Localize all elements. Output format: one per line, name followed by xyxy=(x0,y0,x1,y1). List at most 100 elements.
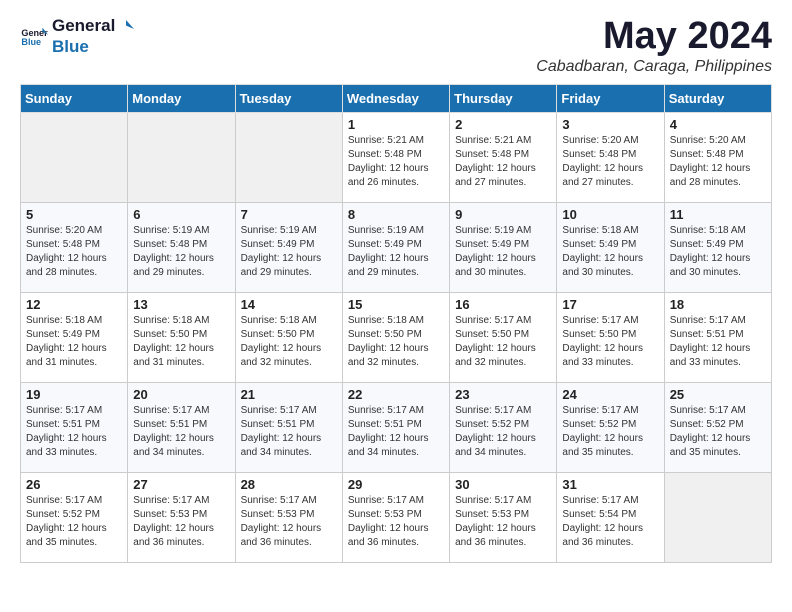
calendar-cell: 28 Sunrise: 5:17 AM Sunset: 5:53 PM Dayligh… xyxy=(235,472,342,562)
cell-content-line: Sunset: 5:51 PM xyxy=(241,419,315,430)
weekday-header-sunday: Sunday xyxy=(21,84,128,112)
cell-content-line: and 29 minutes. xyxy=(133,267,204,278)
calendar-table: SundayMondayTuesdayWednesdayThursdayFrid… xyxy=(20,84,772,563)
cell-content-line: Daylight: 12 hours xyxy=(562,523,643,534)
cell-content: Sunrise: 5:21 AMSunset: 5:48 PMDaylight:… xyxy=(348,134,444,190)
calendar-cell xyxy=(235,112,342,202)
calendar-cell: 1Sunrise: 5:21 AMSunset: 5:48 PMDaylight… xyxy=(342,112,449,202)
day-number: 12 xyxy=(26,297,122,312)
cell-content: Sunrise: 5:20 AMSunset: 5:48 PMDaylight:… xyxy=(562,134,658,190)
day-number: 19 xyxy=(26,387,122,402)
day-number: 21 xyxy=(241,387,337,402)
cell-content-line: Daylight: 12 hours xyxy=(455,253,536,264)
cell-content-line: Sunset: 5:48 PM xyxy=(348,149,422,160)
logo-blue-text: Blue xyxy=(52,37,89,56)
cell-content: Sunrise: 5:17 AMSunset: 5:52 PMDaylight:… xyxy=(670,404,766,460)
day-number: 27 xyxy=(133,477,229,492)
calendar-cell: 8Sunrise: 5:19 AMSunset: 5:49 PMDaylight… xyxy=(342,202,449,292)
day-number: 8 xyxy=(348,207,444,222)
cell-content-line: Sunset: 5:49 PM xyxy=(241,239,315,250)
cell-content-line: and 34 minutes. xyxy=(133,447,204,458)
cell-content-line: Sunrise: 5:18 AM xyxy=(670,225,746,236)
cell-content-line: Sunset: 5:53 PM xyxy=(455,509,529,520)
cell-content-line: Sunrise: 5:18 AM xyxy=(348,315,424,326)
cell-content-line: Daylight: 12 hours xyxy=(133,523,214,534)
day-number: 31 xyxy=(562,477,658,492)
cell-content-line: Daylight: 12 hours xyxy=(26,253,107,264)
day-number: 29 xyxy=(348,477,444,492)
cell-content-line: Sunset: 5:51 PM xyxy=(348,419,422,430)
calendar-week-row: 26Sunrise: 5:17 AMSunset: 5:52 PMDayligh… xyxy=(21,472,772,562)
cell-content-line: Sunset: 5:53 PM xyxy=(348,509,422,520)
cell-content-line: Sunrise: 5:17 AM xyxy=(562,315,638,326)
cell-content-line: Sunset: 5:52 PM xyxy=(562,419,636,430)
cell-content: Sunrise: 5:17 AMSunset: 5:52 PMDaylight:… xyxy=(26,494,122,550)
calendar-cell: 30Sunrise: 5:17 AMSunset: 5:53 PMDayligh… xyxy=(450,472,557,562)
cell-content: Sunrise: 5:17 AMSunset: 5:50 PMDaylight:… xyxy=(455,314,551,370)
calendar-cell xyxy=(664,472,771,562)
cell-content: Sunrise: 5:17 AMSunset: 5:51 PMDaylight:… xyxy=(670,314,766,370)
cell-content-line: Daylight: 12 hours xyxy=(670,253,751,264)
cell-content-line: and 34 minutes. xyxy=(241,447,312,458)
cell-content-line: and 36 minutes. xyxy=(348,537,419,548)
cell-content-line: Sunset: 5:49 PM xyxy=(26,329,100,340)
cell-content-line: Daylight: 12 hours xyxy=(133,343,214,354)
cell-content: Sunrise: 5:17 AMSunset: 5:52 PMDaylight:… xyxy=(455,404,551,460)
calendar-week-row: 12 Sunrise: 5:18 AM Sunset: 5:49 PM Dayligh… xyxy=(21,292,772,382)
cell-content-line: Sunset: 5:48 PM xyxy=(455,149,529,160)
day-number: 28 xyxy=(241,477,337,492)
cell-content-line: and 33 minutes. xyxy=(26,447,97,458)
cell-content-line: Daylight: 12 hours xyxy=(455,433,536,444)
cell-content-line: Daylight: 12 hours xyxy=(670,343,751,354)
calendar-cell: 12Sunrise: 5:18 AMSunset: 5:49 PMDayligh… xyxy=(21,292,128,382)
cell-content: Sunrise: 5:20 AMSunset: 5:48 PMDaylight:… xyxy=(26,224,122,280)
cell-content: Sunrise: 5:18 AMSunset: 5:50 PMDaylight:… xyxy=(348,314,444,370)
cell-content: Sunrise: 5:18 AMSunset: 5:49 PMDaylight:… xyxy=(562,224,658,280)
logo-general-text: General xyxy=(52,16,115,35)
cell-content-line: Sunset: 5:51 PM xyxy=(133,419,207,430)
cell-content-line: Sunrise: 5:21 AM xyxy=(348,135,424,146)
cell-content-line: Daylight: 12 hours xyxy=(455,523,536,534)
month-title: May 2024 xyxy=(536,16,772,58)
calendar-week-row: 5Sunrise: 5:20 AMSunset: 5:48 PMDaylight… xyxy=(21,202,772,292)
cell-content-line: and 35 minutes. xyxy=(562,447,633,458)
calendar-cell: 22Sunrise: 5:17 AMSunset: 5:51 PMDayligh… xyxy=(342,382,449,472)
weekday-header-wednesday: Wednesday xyxy=(342,84,449,112)
cell-content-line: Sunset: 5:53 PM xyxy=(241,509,315,520)
cell-content-line: Sunrise: 5:19 AM xyxy=(241,225,317,236)
cell-content-line: Daylight: 12 hours xyxy=(241,523,322,534)
calendar-cell: 25Sunrise: 5:17 AMSunset: 5:52 PMDayligh… xyxy=(664,382,771,472)
cell-content-line: Sunset: 5:49 PM xyxy=(562,239,636,250)
cell-content-line: Sunrise: 5:17 AM xyxy=(241,495,317,506)
cell-content-line: Daylight: 12 hours xyxy=(26,523,107,534)
cell-content-line: Sunrise: 5:17 AM xyxy=(133,405,209,416)
cell-content-line: Sunset: 5:48 PM xyxy=(26,239,100,250)
calendar-week-row: 1Sunrise: 5:21 AMSunset: 5:48 PMDaylight… xyxy=(21,112,772,202)
cell-content-line: Daylight: 12 hours xyxy=(562,163,643,174)
calendar-cell: 17Sunrise: 5:17 AMSunset: 5:50 PMDayligh… xyxy=(557,292,664,382)
cell-content-line: and 35 minutes. xyxy=(26,537,97,548)
title-area: May 2024 Cabadbaran, Caraga, Philippines xyxy=(536,16,772,76)
cell-content-line: and 30 minutes. xyxy=(562,267,633,278)
cell-content-line: and 31 minutes. xyxy=(133,357,204,368)
cell-content-line: and 34 minutes. xyxy=(455,447,526,458)
cell-content-line: Daylight: 12 hours xyxy=(241,343,322,354)
cell-content: Sunrise: 5:17 AMSunset: 5:53 PMDaylight:… xyxy=(455,494,551,550)
cell-content-line: Sunrise: 5:20 AM xyxy=(670,135,746,146)
calendar-cell: 19Sunrise: 5:17 AMSunset: 5:51 PMDayligh… xyxy=(21,382,128,472)
cell-content-line: and 36 minutes. xyxy=(455,537,526,548)
day-number: 7 xyxy=(241,207,337,222)
calendar-cell: 13Sunrise: 5:18 AMSunset: 5:50 PMDayligh… xyxy=(128,292,235,382)
calendar-cell: 10Sunrise: 5:18 AMSunset: 5:49 PMDayligh… xyxy=(557,202,664,292)
cell-content-line: Sunset: 5:54 PM xyxy=(562,509,636,520)
cell-content-line: Daylight: 12 hours xyxy=(348,253,429,264)
cell-content-line: Sunset: 5:48 PM xyxy=(670,149,744,160)
day-number: 15 xyxy=(348,297,444,312)
cell-content: Sunrise: 5:18 AMSunset: 5:50 PMDaylight:… xyxy=(241,314,337,370)
cell-content-line: Sunrise: 5:17 AM xyxy=(26,405,102,416)
header: General Blue General Blue May 2024 Cabad… xyxy=(20,16,772,76)
day-number: 16 xyxy=(455,297,551,312)
cell-content-line: Sunrise: 5:18 AM xyxy=(26,315,102,326)
cell-content-line: Daylight: 12 hours xyxy=(670,433,751,444)
cell-content: Sunrise: 5:21 AMSunset: 5:48 PMDaylight:… xyxy=(455,134,551,190)
